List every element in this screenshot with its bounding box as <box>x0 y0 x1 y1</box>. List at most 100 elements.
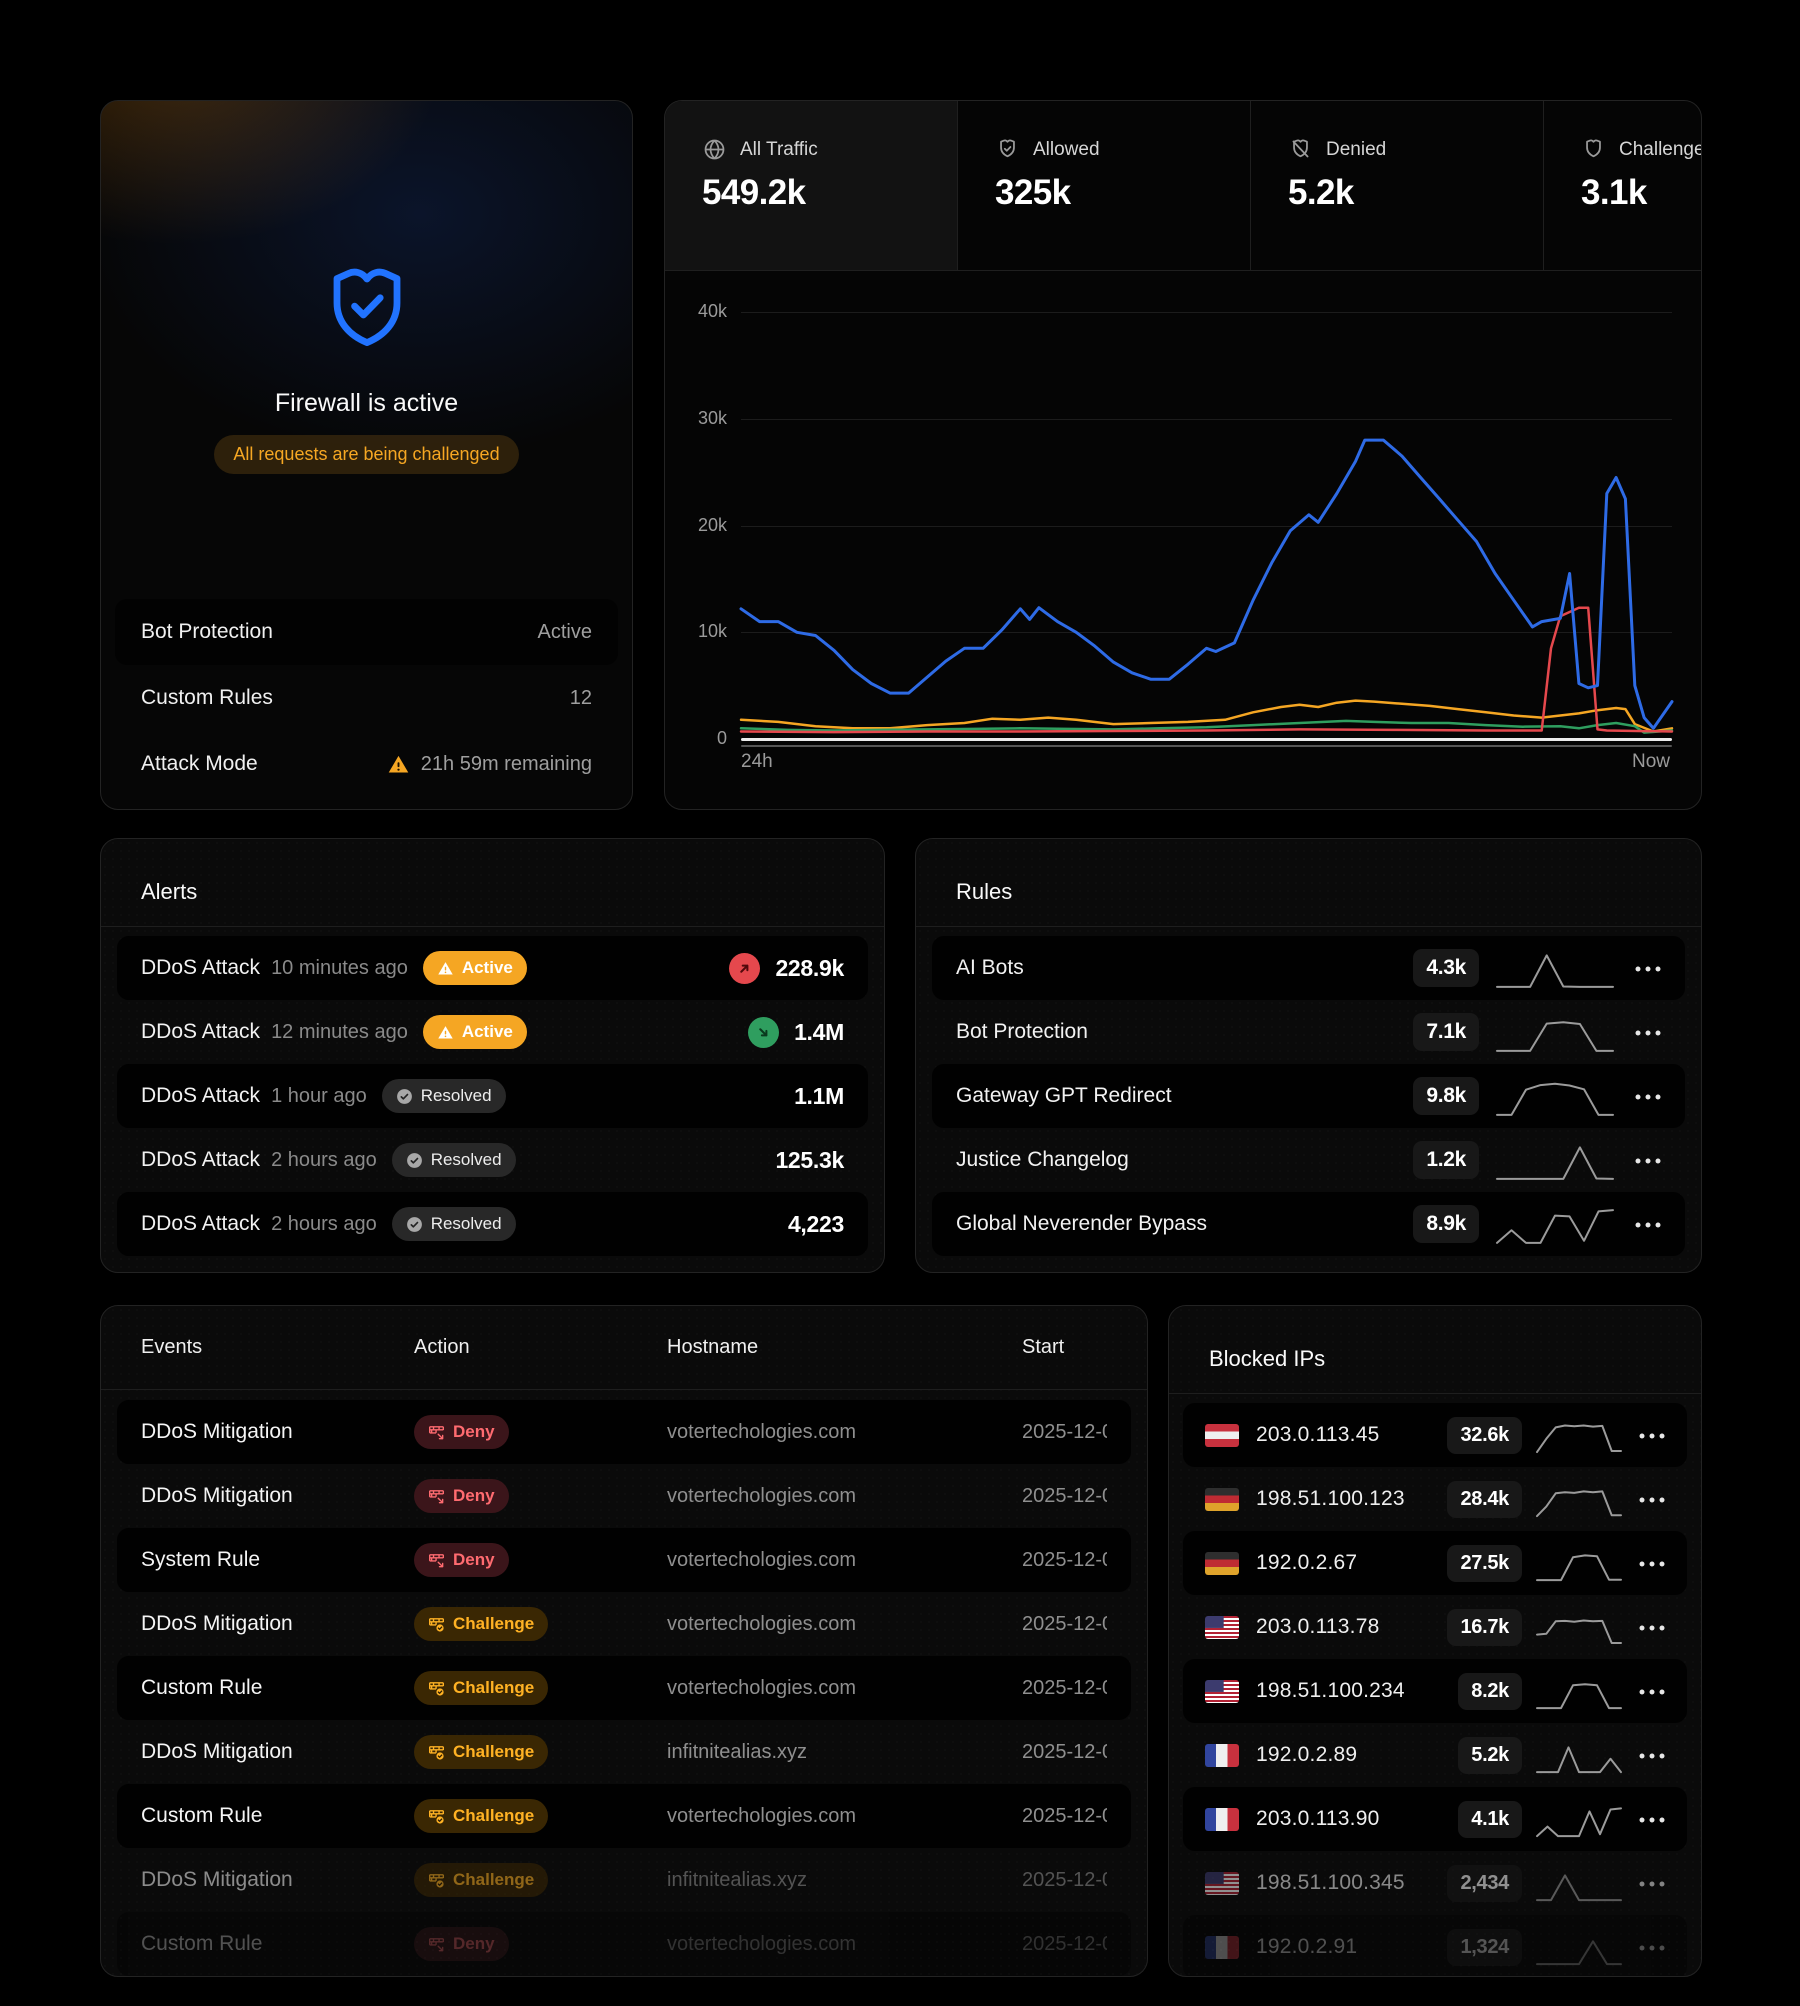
row-menu-button[interactable] <box>1635 1023 1661 1041</box>
rule-name: AI Bots <box>956 956 1024 980</box>
event-row[interactable]: System RuleDenyvotertechologies.com2025-… <box>117 1528 1131 1592</box>
stat-tab-allowed[interactable]: Allowed325k <box>958 101 1251 270</box>
alert-row[interactable]: DDoS Attack10 minutes agoActive228.9k <box>117 936 868 1000</box>
alert-row[interactable]: DDoS Attack1 hour agoResolved1.1M <box>117 1064 868 1128</box>
event-row[interactable]: Custom RuleChallengevotertechologies.com… <box>117 1784 1131 1848</box>
blocked-ip-address: 198.51.100.234 <box>1256 1679 1405 1703</box>
row-menu-button[interactable] <box>1639 1490 1665 1508</box>
row-menu-button[interactable] <box>1639 1746 1665 1764</box>
sparkline-chart <box>1535 1734 1623 1776</box>
alert-row[interactable]: DDoS Attack12 minutes agoActive1.4M <box>117 1000 868 1064</box>
firewall-setting-row[interactable]: Bot ProtectionActive <box>115 599 618 665</box>
firewall-setting-row[interactable]: Custom Rules12 <box>115 665 618 731</box>
rule-hit-count: 8.9k <box>1413 1205 1479 1243</box>
row-menu-button[interactable] <box>1639 1682 1665 1700</box>
alert-time: 10 minutes ago <box>271 957 408 980</box>
rule-row[interactable]: AI Bots4.3k <box>932 936 1685 1000</box>
firewall-status-title: Firewall is active <box>101 389 632 418</box>
event-hostname: votertechologies.com <box>667 1421 1022 1444</box>
events-panel: Events Action Hostname Start DDoS Mitiga… <box>100 1305 1148 1977</box>
alert-name: DDoS Attack <box>141 1148 260 1172</box>
y-axis-tick: 30k <box>665 408 727 429</box>
blocked-ip-row[interactable]: 198.51.100.3452,434 <box>1183 1851 1687 1915</box>
firewall-challenge-icon <box>428 1616 445 1633</box>
events-table-header: Events Action Hostname Start <box>101 1306 1147 1390</box>
row-menu-button[interactable] <box>1635 959 1661 977</box>
rule-hit-count: 9.8k <box>1413 1077 1479 1115</box>
country-flag-at-icon <box>1205 1424 1239 1447</box>
rule-name: Justice Changelog <box>956 1148 1129 1172</box>
event-start-date: 2025-12-0 <box>1022 1485 1107 1508</box>
firewall-setting-row[interactable]: Attack Mode21h 59m remaining <box>115 731 618 797</box>
rule-row[interactable]: Justice Changelog1.2k <box>932 1128 1685 1192</box>
blocked-ip-row[interactable]: 198.51.100.12328.4k <box>1183 1467 1687 1531</box>
event-name: DDoS Mitigation <box>141 1612 414 1636</box>
action-badge-challenge: Challenge <box>414 1607 548 1641</box>
event-row[interactable]: DDoS MitigationDenyvotertechologies.com2… <box>117 1464 1131 1528</box>
shield-icon <box>1581 137 1606 162</box>
blocked-ip-row[interactable]: 203.0.113.904.1k <box>1183 1787 1687 1851</box>
sparkline-chart <box>1535 1670 1623 1712</box>
alert-row[interactable]: DDoS Attack2 hours agoResolved4,223 <box>117 1192 868 1256</box>
event-start-date: 2025-12-0 <box>1022 1869 1107 1892</box>
blocked-ip-row[interactable]: 192.0.2.895.2k <box>1183 1723 1687 1787</box>
blocked-ip-row[interactable]: 203.0.113.4532.6k <box>1183 1403 1687 1467</box>
event-row[interactable]: Custom RuleChallengevotertechologies.com… <box>117 1656 1131 1720</box>
row-menu-button[interactable] <box>1639 1810 1665 1828</box>
stat-tab-all-traffic[interactable]: All Traffic549.2k <box>665 101 958 270</box>
rule-row[interactable]: Gateway GPT Redirect9.8k <box>932 1064 1685 1128</box>
divider <box>1169 1393 1701 1394</box>
blocked-ip-row[interactable]: 192.0.2.6727.5k <box>1183 1531 1687 1595</box>
firewall-deny-icon <box>428 1424 445 1441</box>
row-menu-button[interactable] <box>1635 1087 1661 1105</box>
y-axis-tick: 0 <box>665 728 727 749</box>
blocked-ips-list: 203.0.113.4532.6k198.51.100.12328.4k192.… <box>1169 1403 1701 1977</box>
event-row[interactable]: Custom RuleDenyvotertechologies.com2025-… <box>117 1912 1131 1976</box>
event-start-date: 2025-12-0 <box>1022 1933 1107 1956</box>
rule-row[interactable]: Bot Protection7.1k <box>932 1000 1685 1064</box>
blocked-count: 27.5k <box>1447 1545 1522 1582</box>
blocked-ip-address: 192.0.2.91 <box>1256 1935 1357 1959</box>
firewall-challenge-icon <box>428 1872 445 1889</box>
row-menu-button[interactable] <box>1639 1938 1665 1956</box>
event-row[interactable]: DDoS MitigationChallengeinfitnitealias.x… <box>117 1720 1131 1784</box>
row-menu-button[interactable] <box>1635 1151 1661 1169</box>
blocked-ip-row[interactable]: 198.51.100.2348.2k <box>1183 1659 1687 1723</box>
alert-time: 2 hours ago <box>271 1149 377 1172</box>
status-badge-resolved: Resolved <box>392 1207 516 1241</box>
row-menu-button[interactable] <box>1639 1554 1665 1572</box>
rules-panel: Rules AI Bots4.3kBot Protection7.1kGatew… <box>915 838 1702 1273</box>
blocked-ip-row[interactable]: 203.0.113.7816.7k <box>1183 1595 1687 1659</box>
event-start-date: 2025-12-0 <box>1022 1421 1107 1444</box>
traffic-stat-tabs: All Traffic549.2kAllowed325kDenied5.2kCh… <box>665 101 1702 271</box>
firewall-deny-icon <box>428 1488 445 1505</box>
event-hostname: infitnitealias.xyz <box>667 1869 1022 1892</box>
warning-icon <box>387 753 410 776</box>
event-row[interactable]: DDoS MitigationChallengevotertechologies… <box>117 1592 1131 1656</box>
stat-tab-denied[interactable]: Denied5.2k <box>1251 101 1544 270</box>
status-badge-active: Active <box>423 1015 527 1049</box>
row-menu-button[interactable] <box>1639 1618 1665 1636</box>
alert-row[interactable]: DDoS Attack2 hours agoResolved125.3k <box>117 1128 868 1192</box>
stat-tab-label: All Traffic <box>740 139 818 161</box>
event-start-date: 2025-12-0 <box>1022 1549 1107 1572</box>
blocked-ip-address: 203.0.113.90 <box>1256 1807 1379 1831</box>
alert-request-count: 228.9k <box>775 955 844 982</box>
row-menu-button[interactable] <box>1639 1874 1665 1892</box>
blocked-count: 5.2k <box>1458 1737 1522 1774</box>
sparkline-chart <box>1495 945 1615 991</box>
setting-value: 21h 59m remaining <box>387 753 592 776</box>
sparkline-chart <box>1495 1137 1615 1183</box>
events-column-header: Events <box>141 1336 414 1359</box>
stat-tab-value: 5.2k <box>1288 173 1543 213</box>
event-row[interactable]: DDoS MitigationChallengeinfitnitealias.x… <box>117 1848 1131 1912</box>
rule-row[interactable]: Global Neverender Bypass8.9k <box>932 1192 1685 1256</box>
row-menu-button[interactable] <box>1635 1215 1661 1233</box>
blocked-ip-row[interactable]: 192.0.2.911,324 <box>1183 1915 1687 1977</box>
check-circle-icon <box>406 1152 423 1169</box>
event-hostname: votertechologies.com <box>667 1805 1022 1828</box>
stat-tab-challenged[interactable]: Challenged3.1k <box>1544 101 1702 270</box>
row-menu-button[interactable] <box>1639 1426 1665 1444</box>
event-row[interactable]: DDoS MitigationDenyvotertechologies.com2… <box>117 1400 1131 1464</box>
blocked-ips-title: Blocked IPs <box>1209 1346 1325 1372</box>
